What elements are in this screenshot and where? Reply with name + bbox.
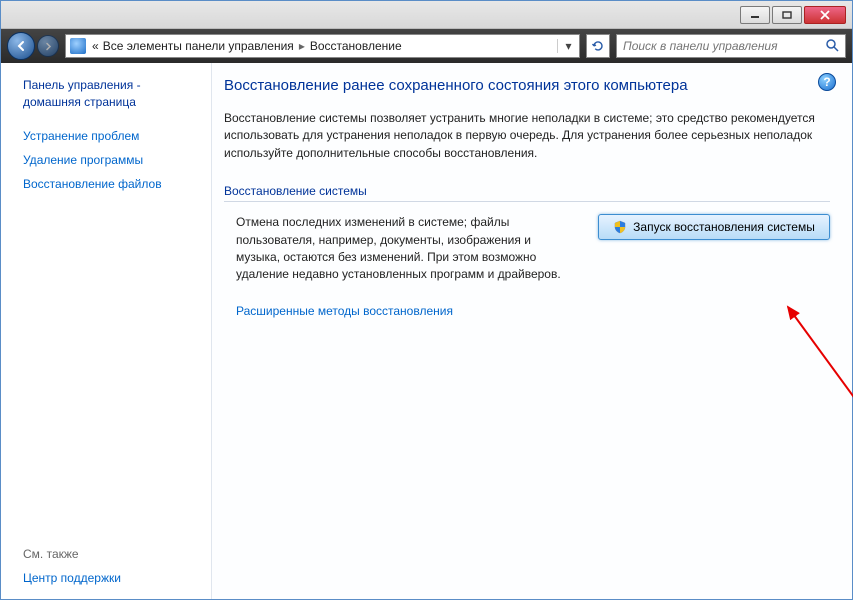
window-titlebar [1, 1, 852, 29]
breadcrumb-dropdown[interactable]: ▾ [557, 39, 575, 53]
breadcrumb-prefix: « [92, 39, 99, 53]
control-panel-icon [70, 38, 86, 54]
close-button[interactable] [804, 6, 846, 24]
content-area: Панель управления - домашняя страница Ус… [1, 63, 852, 599]
breadcrumb-sep-1: ▸ [294, 39, 310, 53]
sidebar: Панель управления - домашняя страница Ус… [1, 63, 211, 599]
section-description: Отмена последних изменений в системе; фа… [224, 214, 578, 284]
button-label: Запуск восстановления системы [633, 220, 815, 234]
nav-buttons [7, 32, 59, 60]
breadcrumb[interactable]: « Все элементы панели управления ▸ Восст… [65, 34, 580, 58]
search-box[interactable] [616, 34, 846, 58]
sidebar-link-troubleshoot[interactable]: Устранение проблем [23, 129, 201, 143]
sidebar-home-link[interactable]: Панель управления - домашняя страница [23, 77, 201, 111]
see-also-label: См. также [23, 547, 121, 561]
forward-button[interactable] [37, 35, 59, 57]
breadcrumb-item-1[interactable]: Все элементы панели управления [103, 39, 294, 53]
see-also-section: См. также Центр поддержки [23, 547, 121, 585]
section-row: Отмена последних изменений в системе; фа… [224, 214, 830, 284]
shield-icon [613, 220, 627, 234]
sidebar-link-uninstall[interactable]: Удаление программы [23, 153, 201, 167]
section-title: Восстановление системы [224, 184, 830, 202]
refresh-button[interactable] [586, 34, 610, 58]
main-panel: ? Восстановление ранее сохраненного сост… [211, 63, 852, 599]
help-icon[interactable]: ? [818, 73, 836, 91]
search-icon[interactable] [825, 38, 839, 55]
breadcrumb-item-2[interactable]: Восстановление [310, 39, 402, 53]
address-bar: « Все элементы панели управления ▸ Восст… [1, 29, 852, 63]
page-heading: Восстановление ранее сохраненного состоя… [224, 77, 830, 94]
sidebar-link-restore-files[interactable]: Восстановление файлов [23, 177, 201, 191]
advanced-recovery-link[interactable]: Расширенные методы восстановления [224, 304, 830, 318]
maximize-button[interactable] [772, 6, 802, 24]
minimize-button[interactable] [740, 6, 770, 24]
annotation-arrow [762, 293, 853, 473]
page-description: Восстановление системы позволяет устрани… [224, 110, 830, 162]
back-button[interactable] [7, 32, 35, 60]
see-also-action-center[interactable]: Центр поддержки [23, 571, 121, 585]
start-system-restore-button[interactable]: Запуск восстановления системы [598, 214, 830, 240]
search-input[interactable] [623, 39, 825, 53]
